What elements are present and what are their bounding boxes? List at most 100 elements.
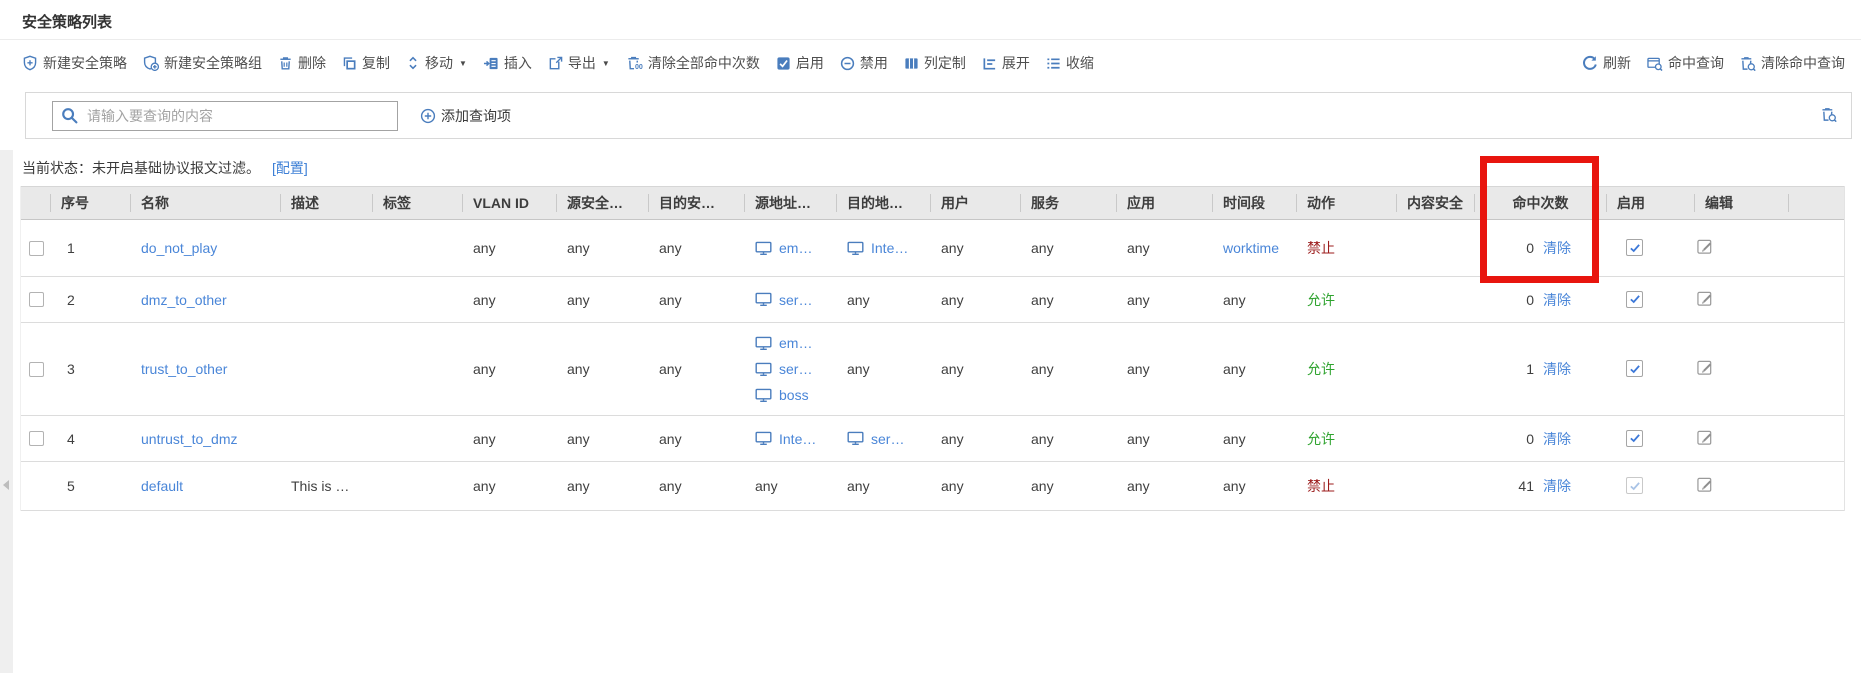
address-object: Inte… xyxy=(755,426,837,452)
action-cell: 允许 xyxy=(1297,429,1397,449)
enable-cell xyxy=(1607,477,1695,495)
address-object-link[interactable]: em… xyxy=(779,330,812,356)
toolbar-button-label: 命中查询 xyxy=(1668,53,1724,73)
edit-cell xyxy=(1695,290,1789,310)
clear-hits-link[interactable]: 清除 xyxy=(1543,478,1571,494)
toolbar-button-enable[interactable]: 启用 xyxy=(776,53,824,73)
circle-plus-icon xyxy=(420,108,436,124)
hit-count-value: 1 xyxy=(1526,361,1534,377)
address-object-link[interactable]: boss xyxy=(779,382,809,408)
row-checkbox[interactable] xyxy=(29,292,44,307)
clear-hits-link[interactable]: 清除 xyxy=(1543,240,1571,256)
enable-checkbox[interactable] xyxy=(1626,239,1643,256)
add-query-button[interactable]: 添加查询项 xyxy=(420,106,511,126)
dst-zone-cell: any xyxy=(649,478,745,494)
policy-name-link[interactable]: trust_to_other xyxy=(141,361,227,377)
app-cell: any xyxy=(1117,361,1213,377)
toolbar-button-new-policy[interactable]: 新建安全策略 xyxy=(22,53,127,73)
move-icon xyxy=(406,55,420,71)
vlan-id-cell: any xyxy=(463,240,557,256)
clear-hits-link[interactable]: 清除 xyxy=(1543,292,1571,308)
edit-button[interactable] xyxy=(1697,359,1714,376)
policy-name-link[interactable]: untrust_to_dmz xyxy=(141,431,238,447)
column-header-enable: 启用 xyxy=(1607,194,1695,212)
enable-checkbox[interactable] xyxy=(1626,430,1643,447)
desc-cell: This is … xyxy=(281,478,373,494)
toolbar-button-refresh[interactable]: 刷新 xyxy=(1582,53,1631,73)
address-object: ser… xyxy=(847,426,931,452)
vlan-id-cell: any xyxy=(463,292,557,308)
user-cell: any xyxy=(931,361,1021,377)
panel-collapse-strip[interactable] xyxy=(0,150,13,673)
toolbar-button-copy[interactable]: 复制 xyxy=(342,53,390,73)
toolbar-button-move[interactable]: 移动▼ xyxy=(406,53,467,73)
column-header-vlan-id: VLAN ID xyxy=(463,194,557,212)
toolbar-button-insert[interactable]: 插入 xyxy=(483,53,532,73)
toolbar-button-clear-all-hits[interactable]: 00清除全部命中次数 xyxy=(626,53,760,73)
toolbar-button-clear-hit-query[interactable]: 清除命中查询 xyxy=(1740,53,1845,73)
time-cell: any xyxy=(1213,478,1297,494)
policy-name-link[interactable]: dmz_to_other xyxy=(141,292,227,308)
address-object-link[interactable]: ser… xyxy=(871,426,904,452)
enable-checkbox[interactable] xyxy=(1626,360,1643,377)
vlan-id-cell: any xyxy=(463,361,557,377)
toolbar-button-export[interactable]: 导出▼ xyxy=(548,53,610,73)
hit-count-value: 0 xyxy=(1526,431,1534,447)
row-checkbox[interactable] xyxy=(29,362,44,377)
action-label: 允许 xyxy=(1307,361,1335,377)
user-cell: any xyxy=(931,240,1021,256)
action-label: 禁止 xyxy=(1307,478,1335,494)
dst-zone-cell: any xyxy=(649,361,745,377)
time-range-link[interactable]: worktime xyxy=(1223,240,1279,256)
toolbar-button-label: 复制 xyxy=(362,53,390,73)
column-header-time: 时间段 xyxy=(1213,194,1297,212)
edit-cell xyxy=(1695,359,1789,379)
toolbar-button-delete[interactable]: 删除 xyxy=(278,53,326,73)
address-object: Inte… xyxy=(847,235,931,261)
row-checkbox[interactable] xyxy=(29,241,44,256)
toolbar-button-new-policy-group[interactable]: 新建安全策略组 xyxy=(143,53,262,73)
toolbar-button-collapse[interactable]: 收缩 xyxy=(1046,53,1094,73)
toolbar-button-label: 刷新 xyxy=(1603,53,1631,73)
enable-checkbox[interactable] xyxy=(1626,291,1643,308)
action-label: 禁止 xyxy=(1307,240,1335,256)
clear-query-icon[interactable] xyxy=(1821,107,1837,122)
toolbar-button-expand[interactable]: 展开 xyxy=(982,53,1030,73)
dropdown-caret-icon: ▼ xyxy=(459,59,467,68)
host-monitor-icon xyxy=(755,292,772,307)
policy-row: 2dmz_to_otheranyanyanyser…anyanyanyanyan… xyxy=(21,277,1844,323)
trash-counter-icon: 00 xyxy=(626,55,643,71)
host-monitor-icon xyxy=(847,241,864,256)
config-link[interactable]: [配置] xyxy=(272,160,308,176)
clear-hits-link[interactable]: 清除 xyxy=(1543,361,1571,377)
edit-button[interactable] xyxy=(1697,290,1714,307)
search-input[interactable] xyxy=(85,107,389,125)
edit-button[interactable] xyxy=(1697,429,1714,446)
policy-row: 3trust_to_otheranyanyanyem…ser…bossanyan… xyxy=(21,323,1844,416)
address-object-link[interactable]: Inte… xyxy=(871,235,908,261)
app-cell: any xyxy=(1117,478,1213,494)
toolbar-button-disable[interactable]: 禁用 xyxy=(840,53,888,73)
column-header-filler xyxy=(1789,194,1844,212)
seq-cell: 3 xyxy=(51,361,131,377)
edit-button[interactable] xyxy=(1697,238,1714,255)
toolbar-button-hit-query[interactable]: 命中查询 xyxy=(1647,53,1724,73)
columns-icon xyxy=(904,56,919,71)
address-object-link[interactable]: ser… xyxy=(779,356,812,382)
toolbar-button-column-custom[interactable]: 列定制 xyxy=(904,53,966,73)
name-cell: do_not_play xyxy=(131,240,281,256)
name-cell: dmz_to_other xyxy=(131,292,281,308)
policy-name-link[interactable]: do_not_play xyxy=(141,240,217,256)
add-query-label: 添加查询项 xyxy=(441,106,511,126)
search-box xyxy=(52,101,398,131)
address-object-link[interactable]: ser… xyxy=(779,287,812,313)
address-object-link[interactable]: em… xyxy=(779,235,812,261)
column-header-dst-zone: 目的安… xyxy=(649,194,745,212)
time-cell: any xyxy=(1213,431,1297,447)
clear-hits-link[interactable]: 清除 xyxy=(1543,431,1571,447)
row-checkbox[interactable] xyxy=(29,431,44,446)
policy-name-link[interactable]: default xyxy=(141,478,183,494)
edit-button[interactable] xyxy=(1697,476,1714,493)
src-addr-cell: Inte… xyxy=(745,419,837,459)
address-object-link[interactable]: Inte… xyxy=(779,426,816,452)
